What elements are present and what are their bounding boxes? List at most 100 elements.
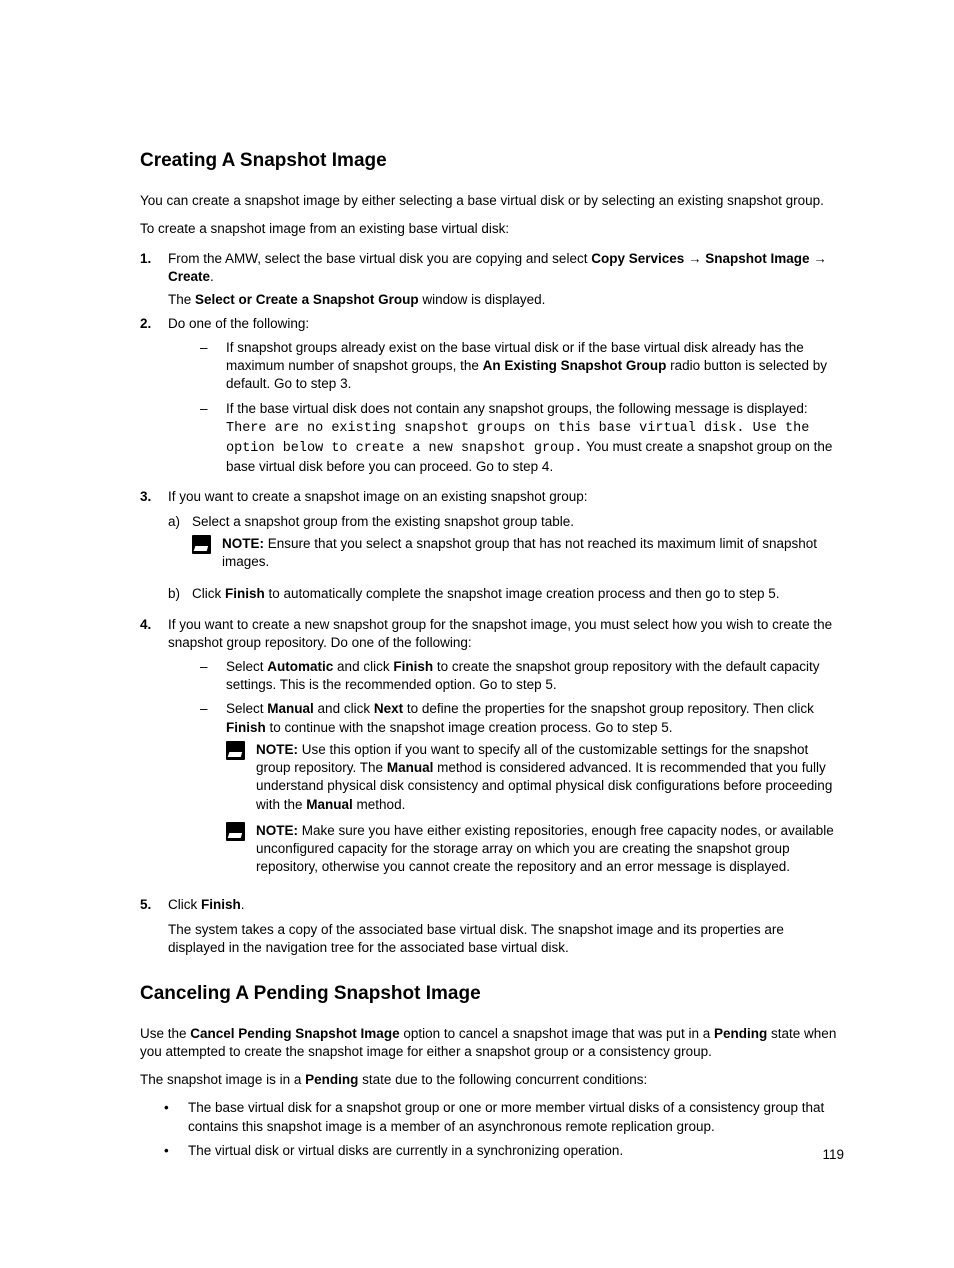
intro-paragraph-2: To create a snapshot image from an exist… [140, 220, 844, 238]
bullet-mark: • [140, 1142, 188, 1160]
heading-creating-snapshot: Creating A Snapshot Image [140, 148, 844, 174]
note-icon [226, 822, 245, 841]
text: method. [353, 797, 406, 812]
step-1: 1. From the AMW, select the base virtual… [140, 250, 844, 309]
bold-text: Next [374, 701, 403, 716]
note-row: NOTE: Use this option if you want to spe… [226, 741, 844, 814]
alpha-mark: a) [168, 513, 192, 580]
step-body: From the AMW, select the base virtual di… [168, 250, 844, 309]
bold-text: Select or Create a Snapshot Group [195, 292, 419, 307]
dash-list: – Select Automatic and click Finish to c… [168, 658, 844, 884]
text: Make sure you have either existing repos… [256, 823, 834, 874]
bold-text: Automatic [267, 659, 333, 674]
bullet-item: • The virtual disk or virtual disks are … [140, 1142, 844, 1160]
step-body: Click Finish. The system takes a copy of… [168, 896, 844, 957]
text: to continue with the snapshot image crea… [266, 720, 673, 735]
paragraph: The snapshot image is in a Pending state… [140, 1071, 844, 1089]
bullet-mark: • [140, 1099, 188, 1135]
dash-body: If snapshot groups already exist on the … [226, 339, 844, 394]
alpha-body: Select a snapshot group from the existin… [192, 513, 844, 580]
numbered-steps: 1. From the AMW, select the base virtual… [140, 250, 844, 957]
step-number: 4. [140, 616, 168, 891]
bold-text: Finish [201, 897, 241, 912]
intro-paragraph-1: You can create a snapshot image by eithe… [140, 192, 844, 210]
note-icon [226, 741, 245, 760]
text: Click [168, 897, 201, 912]
note-body: NOTE: Make sure you have either existing… [256, 822, 844, 877]
text: and click [333, 659, 393, 674]
note-label: NOTE: [256, 742, 302, 757]
dash-item: – If the base virtual disk does not cont… [168, 400, 844, 477]
dash-item: – Select Automatic and click Finish to c… [168, 658, 844, 694]
bold-text: Manual [267, 701, 314, 716]
text: If you want to create a new snapshot gro… [168, 617, 832, 650]
note-icon-wrap [226, 741, 256, 814]
bullet-list: • The base virtual disk for a snapshot g… [140, 1099, 844, 1160]
text: The base virtual disk for a snapshot gro… [188, 1099, 844, 1135]
paragraph: Use the Cancel Pending Snapshot Image op… [140, 1025, 844, 1061]
text: Select [226, 659, 267, 674]
dash-mark: – [168, 700, 226, 884]
step-number: 1. [140, 250, 168, 309]
bold-text: Pending [714, 1026, 767, 1041]
text: state due to the following concurrent co… [358, 1072, 647, 1087]
text: The [168, 292, 195, 307]
text: If you want to create a snapshot image o… [168, 489, 588, 504]
alpha-mark: b) [168, 585, 192, 603]
text: . [241, 897, 245, 912]
bullet-item: • The base virtual disk for a snapshot g… [140, 1099, 844, 1135]
step-4: 4. If you want to create a new snapshot … [140, 616, 844, 891]
text: option to cancel a snapshot image that w… [400, 1026, 714, 1041]
alpha-item-a: a) Select a snapshot group from the exis… [168, 513, 844, 580]
note-icon [192, 535, 211, 554]
text: If the base virtual disk does not contai… [226, 401, 808, 416]
text: Use the [140, 1026, 190, 1041]
text: and click [314, 701, 374, 716]
dash-item: – If snapshot groups already exist on th… [168, 339, 844, 394]
alpha-item-b: b) Click Finish to automatically complet… [168, 585, 844, 603]
step-5: 5. Click Finish. The system takes a copy… [140, 896, 844, 957]
note-body: NOTE: Ensure that you select a snapshot … [222, 535, 844, 571]
bold-text: Manual [306, 797, 353, 812]
dash-item: – Select Manual and click Next to define… [168, 700, 844, 884]
text: window is displayed. [419, 292, 546, 307]
alpha-body: Click Finish to automatically complete t… [192, 585, 844, 603]
note-row: NOTE: Ensure that you select a snapshot … [192, 535, 844, 571]
step-2: 2. Do one of the following: – If snapsho… [140, 315, 844, 483]
bold-text: Pending [305, 1072, 358, 1087]
page-number: 119 [822, 1146, 844, 1164]
bold-text: Finish [225, 586, 265, 601]
dash-list: – If snapshot groups already exist on th… [168, 339, 844, 477]
alpha-list: a) Select a snapshot group from the exis… [168, 513, 844, 604]
dash-body: If the base virtual disk does not contai… [226, 400, 844, 477]
text: The system takes a copy of the associate… [168, 921, 844, 957]
step-number: 3. [140, 488, 168, 609]
dash-body: Select Manual and click Next to define t… [226, 700, 844, 884]
note-icon-wrap [192, 535, 222, 571]
bold-text: Finish [393, 659, 433, 674]
text: to define the properties for the snapsho… [403, 701, 814, 716]
bold-text: Manual [387, 760, 434, 775]
step-number: 5. [140, 896, 168, 957]
bold-text: Finish [226, 720, 266, 735]
dash-mark: – [168, 339, 226, 394]
note-icon-wrap [226, 822, 256, 877]
note-label: NOTE: [256, 823, 302, 838]
text: Ensure that you select a snapshot group … [222, 536, 817, 569]
step-3: 3. If you want to create a snapshot imag… [140, 488, 844, 609]
step-body: If you want to create a snapshot image o… [168, 488, 844, 609]
text: . [210, 269, 214, 284]
text: to automatically complete the snapshot i… [265, 586, 780, 601]
note-label: NOTE: [222, 536, 268, 551]
dash-mark: – [168, 658, 226, 694]
text: Select a snapshot group from the existin… [192, 514, 574, 529]
note-body: NOTE: Use this option if you want to spe… [256, 741, 844, 814]
step-body: Do one of the following: – If snapshot g… [168, 315, 844, 483]
bold-text: An Existing Snapshot Group [483, 358, 667, 373]
dash-mark: – [168, 400, 226, 477]
document-page: Creating A Snapshot Image You can create… [0, 0, 954, 1268]
heading-canceling-snapshot: Canceling A Pending Snapshot Image [140, 981, 844, 1007]
step-body: If you want to create a new snapshot gro… [168, 616, 844, 891]
dash-body: Select Automatic and click Finish to cre… [226, 658, 844, 694]
text: From the AMW, select the base virtual di… [168, 251, 591, 266]
